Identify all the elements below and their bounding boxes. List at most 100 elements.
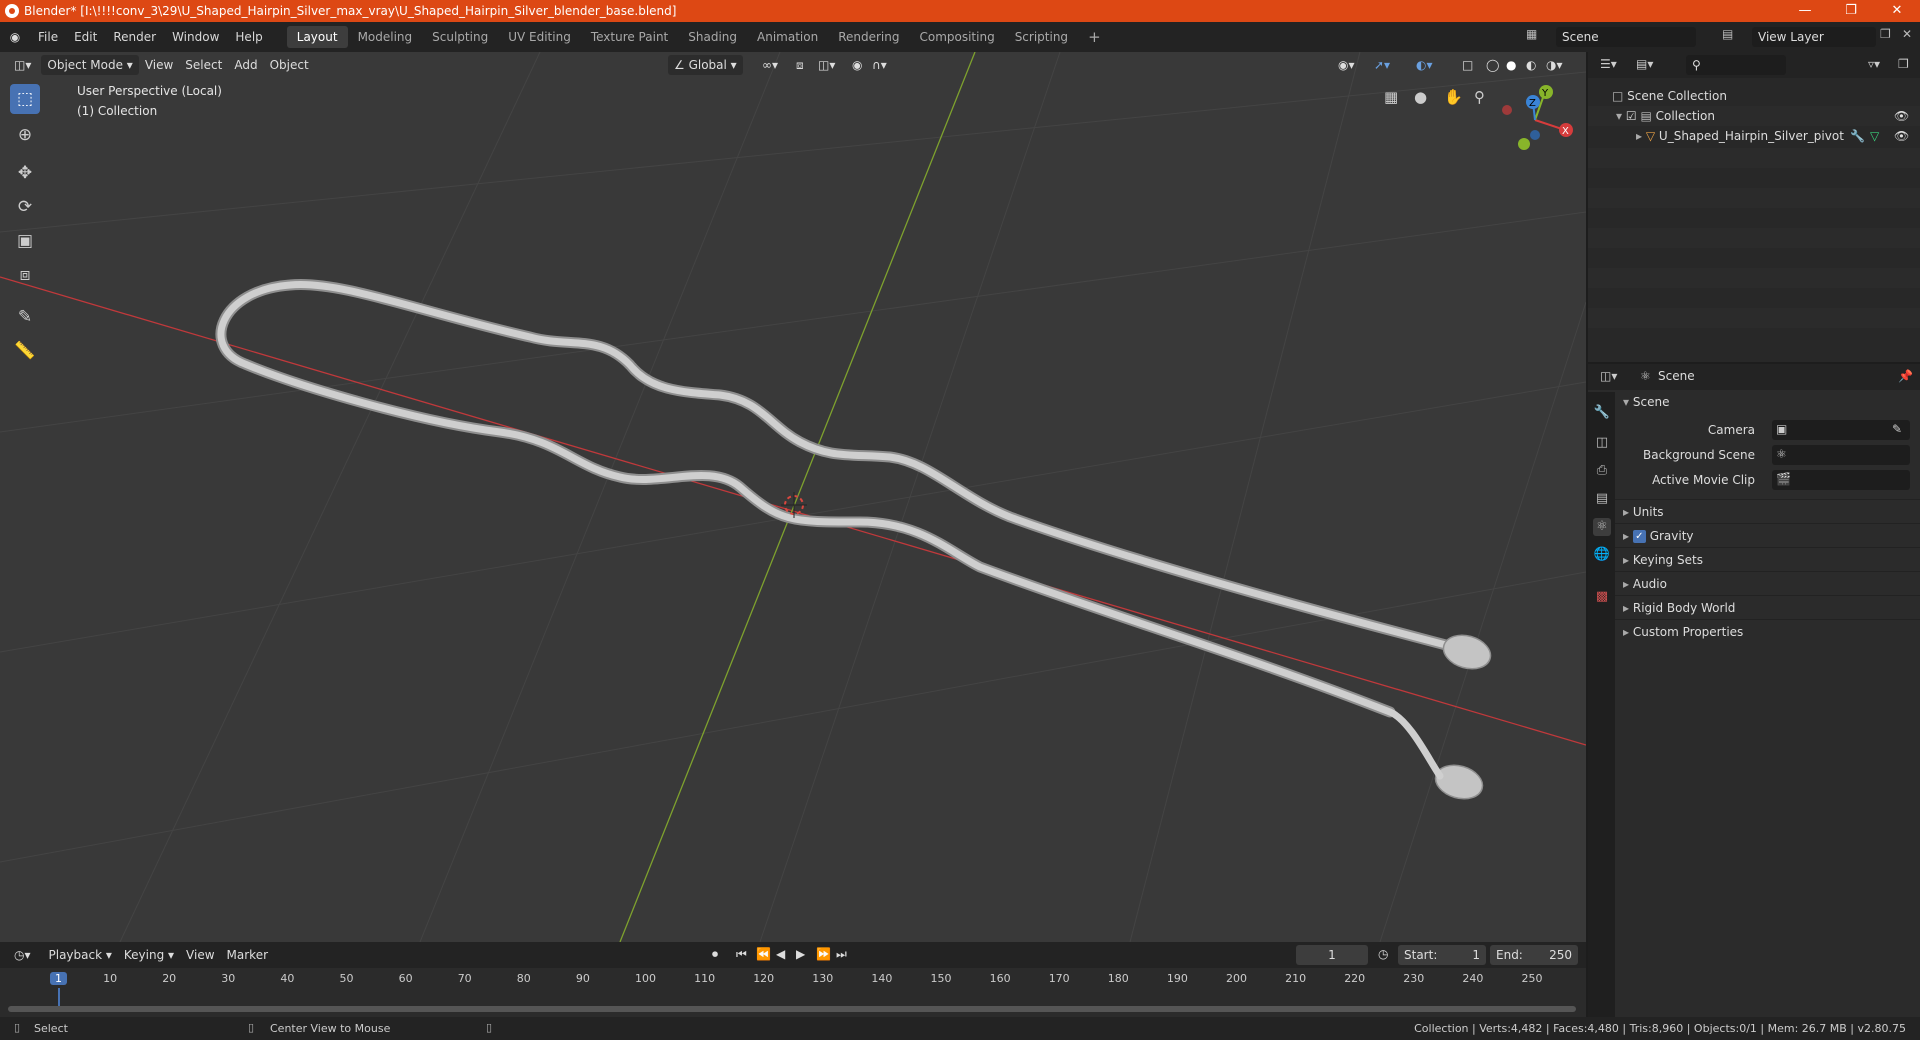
cursor-tool-icon[interactable]: ⊕ (10, 120, 40, 150)
collapse-arrow-icon[interactable]: ▾ (1616, 109, 1622, 123)
scene-panel-header[interactable]: ▾ Scene (1615, 390, 1920, 414)
tab-texture-paint[interactable]: Texture Paint (581, 26, 678, 48)
menu-edit[interactable]: Edit (66, 22, 105, 52)
frame-ruler[interactable]: 1 10 20 30 40 50 60 70 80 90 100 110 120 130 140 150 160… (0, 970, 1586, 1012)
xray-toggle-icon[interactable]: □ (1456, 55, 1479, 75)
editor-type-icon[interactable]: ◫▾ (8, 55, 37, 75)
rigid-body-world-panel-header[interactable]: ▸ Rigid Body World (1615, 595, 1920, 619)
menu-help[interactable]: Help (227, 22, 270, 52)
prev-keyframe-icon[interactable]: ⏪ (756, 947, 771, 961)
hairpin-object[interactable] (215, 278, 1495, 804)
outliner-row-collection[interactable]: ▾ ☑ ▤ Collection 👁 (1588, 106, 1920, 126)
outliner-search-input[interactable]: ⚲ (1686, 55, 1786, 75)
timeline-menu-keying[interactable]: Keying ▾ (118, 945, 180, 965)
pivot-point-icon[interactable]: ∞▾ (756, 55, 784, 75)
custom-properties-panel-header[interactable]: ▸ Custom Properties (1615, 619, 1920, 643)
close-window-button[interactable]: ✕ (1874, 0, 1920, 22)
scale-tool-icon[interactable]: ▣ (10, 226, 40, 256)
texture-tab-icon[interactable]: ▩ (1593, 588, 1611, 606)
measure-tool-icon[interactable]: 📏 (10, 336, 40, 366)
scene-field[interactable]: Scene (1556, 27, 1696, 47)
pin-icon[interactable]: 📌 (1898, 369, 1913, 383)
preview-range-icon[interactable]: ◷ (1378, 947, 1388, 961)
jump-start-icon[interactable]: ⏮ (736, 947, 747, 962)
overlay-toggle-icon[interactable]: ◐▾ (1410, 55, 1439, 75)
restore-button[interactable]: ❐ (1828, 0, 1874, 22)
tab-uv-editing[interactable]: UV Editing (498, 26, 581, 48)
visibility-icon[interactable]: ◉▾ (1332, 55, 1361, 75)
transform-orientation-dropdown[interactable]: ∠ Global ▾ (668, 55, 743, 75)
mesh-data-icon[interactable]: ▽ (1870, 126, 1879, 146)
object-mode-dropdown[interactable]: Object Mode ▾ (41, 55, 139, 75)
modifier-wrench-icon[interactable]: 🔧 (1850, 126, 1865, 146)
active-movie-clip-field[interactable]: 🎬 (1772, 470, 1910, 490)
pan-view-icon[interactable]: ✋ (1444, 88, 1463, 106)
current-frame-field[interactable]: 1 (1296, 945, 1368, 965)
new-collection-icon[interactable]: ❐ (1898, 57, 1909, 71)
view-layer-tab-icon[interactable]: ▤ (1593, 490, 1611, 508)
output-tab-icon[interactable]: ⎙ (1593, 462, 1611, 480)
menu-file[interactable]: File (30, 22, 66, 52)
play-icon[interactable]: ▶ (796, 947, 805, 961)
tab-scripting[interactable]: Scripting (1005, 26, 1078, 48)
tab-rendering[interactable]: Rendering (828, 26, 909, 48)
timeline-scrollbar[interactable] (8, 1006, 1576, 1012)
remove-view-layer-icon[interactable]: ✕ (1902, 27, 1912, 41)
record-button-icon[interactable]: ⏺ (712, 947, 718, 962)
gravity-checkbox[interactable]: ✓ (1632, 530, 1646, 543)
start-frame-field[interactable]: Start: 1 (1398, 945, 1486, 965)
filter-icon[interactable]: ▿▾ (1868, 57, 1880, 71)
move-tool-icon[interactable]: ✥ (10, 158, 40, 188)
play-reverse-icon[interactable]: ◀ (776, 947, 785, 961)
gravity-panel-header[interactable]: ▸ ✓ Gravity (1615, 523, 1920, 547)
collection-visibility-eye-icon[interactable]: 👁 (1894, 106, 1909, 126)
outliner-editor-type-icon[interactable]: ☰▾ (1600, 57, 1617, 71)
keying-sets-panel-header[interactable]: ▸ Keying Sets (1615, 547, 1920, 571)
menu-window[interactable]: Window (164, 22, 227, 52)
minimize-button[interactable]: — (1782, 0, 1828, 22)
tab-modeling[interactable]: Modeling (348, 26, 423, 48)
units-panel-header[interactable]: ▸ Units (1615, 499, 1920, 523)
tool-tab-icon[interactable]: 🔧 (1593, 404, 1611, 422)
timeline-editor-type-icon[interactable]: ◷▾ (8, 945, 37, 965)
camera-field[interactable]: ▣ ✎ (1772, 420, 1910, 440)
scene-browse-icon[interactable]: ▦ (1526, 27, 1537, 41)
blender-menu-icon[interactable]: ◉ (0, 30, 30, 44)
tab-compositing[interactable]: Compositing (909, 26, 1004, 48)
tab-shading[interactable]: Shading (678, 26, 747, 48)
eyedropper-icon[interactable]: ✎ (1892, 422, 1902, 436)
viewport-menu-object[interactable]: Object (264, 55, 315, 75)
add-workspace-button[interactable]: + (1078, 26, 1111, 48)
view-layer-field[interactable]: View Layer (1752, 27, 1876, 47)
toggle-grid-icon[interactable]: ▦ (1384, 88, 1398, 106)
collection-checkbox[interactable]: ☑ (1626, 109, 1637, 123)
tab-sculpting[interactable]: Sculpting (422, 26, 498, 48)
new-view-layer-icon[interactable]: ❐ (1880, 27, 1891, 41)
audio-panel-header[interactable]: ▸ Audio (1615, 571, 1920, 595)
render-tab-icon[interactable]: ◫ (1593, 434, 1611, 452)
tab-animation[interactable]: Animation (747, 26, 828, 48)
transform-tool-icon[interactable]: ⧈ (10, 260, 40, 290)
zoom-view-icon[interactable]: ⚲ (1474, 88, 1485, 106)
gizmo-toggle-icon[interactable]: ➚▾ (1368, 55, 1396, 75)
timeline-menu-marker[interactable]: Marker (221, 945, 274, 965)
outliner-row-scene-collection[interactable]: □ Scene Collection (1588, 86, 1920, 106)
background-scene-field[interactable]: ⚛ (1772, 445, 1910, 465)
rendered-shading-icon[interactable]: ◑▾ (1540, 55, 1569, 75)
falloff-icon[interactable]: ∩▾ (866, 55, 893, 75)
outliner-row-object[interactable]: ▸ ▽ U_Shaped_Hairpin_Silver_pivot 🔧 ▽ 👁 (1588, 126, 1920, 146)
end-frame-field[interactable]: End: 250 (1490, 945, 1578, 965)
navigation-gizmo[interactable]: X Y Z (1495, 80, 1575, 160)
view-layer-icon[interactable]: ▤ (1722, 27, 1733, 41)
next-keyframe-icon[interactable]: ⏩ (816, 947, 831, 961)
annotate-tool-icon[interactable]: ✎ (10, 302, 40, 332)
rotate-tool-icon[interactable]: ⟳ (10, 192, 40, 222)
display-mode-icon[interactable]: ▤▾ (1636, 57, 1653, 71)
menu-render[interactable]: Render (105, 22, 164, 52)
snap-target-icon[interactable]: ◫▾ (812, 55, 841, 75)
tab-layout[interactable]: Layout (286, 26, 348, 48)
3d-viewport[interactable]: User Perspective (Local) (1) Collection … (0, 52, 1586, 942)
properties-editor-type-icon[interactable]: ◫▾ (1600, 369, 1617, 383)
timeline-menu-playback[interactable]: Playback ▾ (43, 945, 118, 965)
jump-end-icon[interactable]: ⏭ (836, 947, 847, 962)
